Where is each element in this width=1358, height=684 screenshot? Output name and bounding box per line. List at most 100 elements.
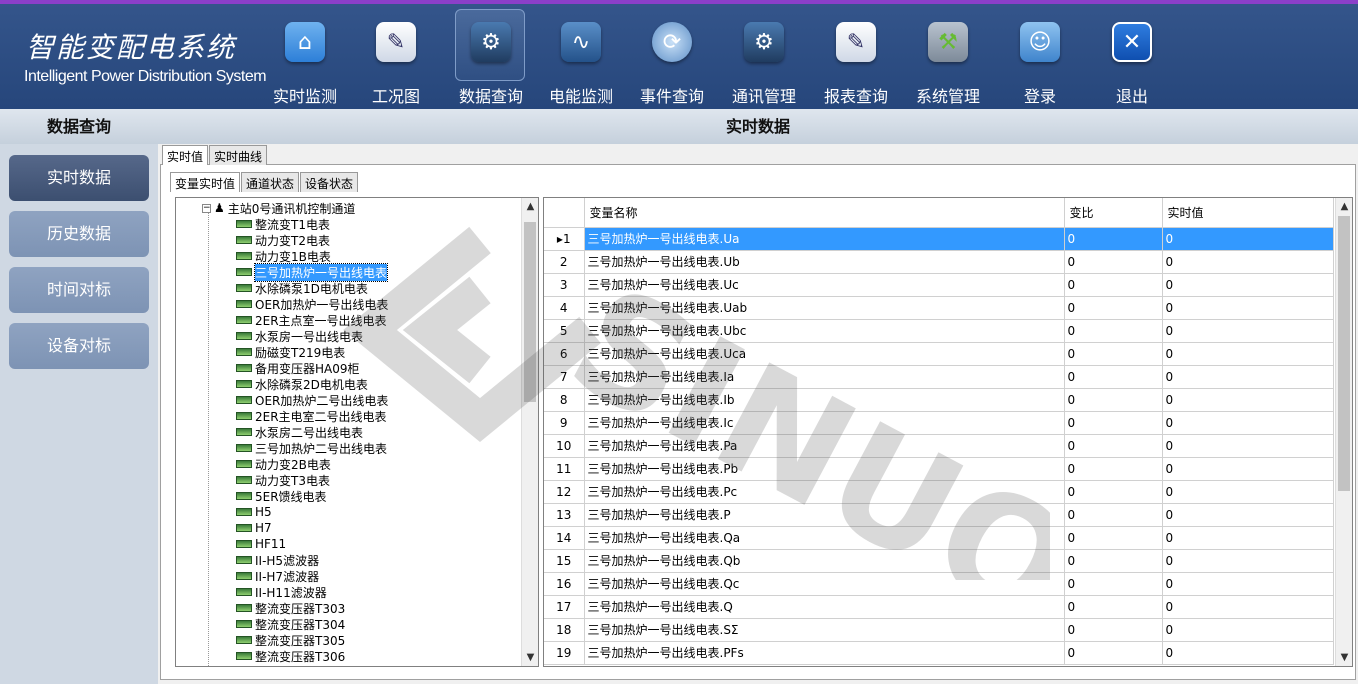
table-row[interactable]: 6 三号加热炉一号出线电表.Uca 0 0 — [544, 342, 1334, 366]
tab-channel-status[interactable]: 通道状态 — [241, 172, 300, 192]
nav-report-query[interactable]: ✎ 报表查询 — [821, 10, 891, 108]
tree-item-label: 整流变压器T303 — [255, 601, 346, 616]
meter-icon — [236, 620, 252, 628]
variable-name-cell: 三号加热炉一号出线电表.Qb — [584, 549, 1065, 573]
scroll-down-icon[interactable]: ▼ — [1336, 649, 1352, 666]
tree-item[interactable]: 动力变1B电表 — [236, 248, 388, 264]
tree-item[interactable]: 三号加热炉一号出线电表 — [236, 262, 389, 282]
tree-item[interactable]: H5 — [236, 504, 388, 520]
tree-item[interactable]: 整流变压器 — [236, 664, 388, 667]
scroll-thumb[interactable] — [524, 222, 536, 402]
row-number: 7 — [544, 365, 585, 389]
tree-item[interactable]: 水除磷泵2D电机电表 — [236, 376, 388, 392]
value-cell: 0 — [1162, 342, 1334, 366]
tree-item[interactable]: 整流变压器T303 — [236, 600, 388, 616]
table-row[interactable]: 12 三号加热炉一号出线电表.Pc 0 0 — [544, 480, 1334, 504]
collapse-icon[interactable]: − — [202, 203, 211, 213]
tree-item[interactable]: 水泵房二号出线电表 — [236, 424, 388, 440]
tree-item[interactable]: 整流变压器T304 — [236, 616, 388, 632]
tree-item[interactable]: H7 — [236, 520, 388, 536]
table-row[interactable]: 16 三号加热炉一号出线电表.Qc 0 0 — [544, 572, 1334, 596]
tree-item[interactable]: II-H11滤波器 — [236, 584, 388, 600]
table-row[interactable]: 17 三号加热炉一号出线电表.Q 0 0 — [544, 595, 1334, 619]
row-number: 13 — [544, 503, 585, 527]
tree-item[interactable]: 备用变压器HA09柜 — [236, 360, 388, 376]
tab-realtime-value[interactable]: 实时值 — [162, 145, 209, 165]
tree-item[interactable]: 动力变2B电表 — [236, 456, 388, 472]
sidebar-item-device-benchmark[interactable]: 设备对标 — [9, 323, 149, 369]
table-row[interactable]: 19 三号加热炉一号出线电表.PFs 0 0 — [544, 641, 1334, 665]
tree-item[interactable]: OER加热炉二号出线电表 — [236, 392, 388, 408]
variable-grid[interactable]: 变量名称 变比 实时值 ▸1 三号加热炉一号出线电表.Ua 0 0 2 三号加热炉一号出线… — [543, 197, 1353, 667]
nav-event-query[interactable]: ⟳ 事件查询 — [637, 10, 707, 108]
table-row[interactable]: 18 三号加热炉一号出线电表.SΣ 0 0 — [544, 618, 1334, 642]
column-header-value[interactable]: 实时值 — [1162, 198, 1334, 228]
device-tree[interactable]: − ♟ 主站0号通讯机控制通道 整流变T1电表 动力变T2电表 动力变1B电表 三号加… — [175, 197, 539, 667]
tree-item[interactable]: 整流变T1电表 — [236, 216, 388, 232]
row-number: 8 — [544, 388, 585, 412]
tab-device-status[interactable]: 设备状态 — [300, 172, 359, 192]
tree-item[interactable]: 动力变T2电表 — [236, 232, 388, 248]
tree-root-node[interactable]: − ♟ 主站0号通讯机控制通道 — [202, 200, 355, 216]
tree-item[interactable]: 励磁变T219电表 — [236, 344, 388, 360]
variable-name-cell: 三号加热炉一号出线电表.P — [584, 503, 1065, 527]
table-row[interactable]: 2 三号加热炉一号出线电表.Ub 0 0 — [544, 250, 1334, 274]
row-number: 6 — [544, 342, 585, 366]
value-cell: 0 — [1162, 480, 1334, 504]
scroll-down-icon[interactable]: ▼ — [522, 649, 538, 666]
tree-item[interactable]: HF11 — [236, 536, 388, 552]
table-row[interactable]: 8 三号加热炉一号出线电表.Ib 0 0 — [544, 388, 1334, 412]
nav-data-query[interactable]: ⚙ 数据查询 — [455, 9, 525, 106]
tree-item[interactable]: II-H5滤波器 — [236, 552, 388, 568]
tree-item[interactable]: 整流变压器T306 — [236, 648, 388, 664]
sidebar-item-realtime-data[interactable]: 实时数据 — [9, 155, 149, 201]
scroll-up-icon[interactable]: ▲ — [522, 198, 538, 215]
scroll-thumb[interactable] — [1338, 216, 1350, 491]
refresh-icon: ⟳ — [652, 22, 692, 62]
tree-item-label: 整流变压器T306 — [255, 649, 346, 664]
tree-item[interactable]: 水泵房一号出线电表 — [236, 328, 388, 344]
table-row[interactable]: 15 三号加热炉一号出线电表.Qb 0 0 — [544, 549, 1334, 573]
tab-realtime-curve[interactable]: 实时曲线 — [209, 145, 268, 165]
tree-item[interactable]: 三号加热炉二号出线电表 — [236, 440, 388, 456]
tree-scrollbar[interactable]: ▲ ▼ — [521, 198, 538, 666]
tab-variable-realtime[interactable]: 变量实时值 — [170, 172, 241, 192]
table-row[interactable]: 4 三号加热炉一号出线电表.Uab 0 0 — [544, 296, 1334, 320]
nav-exit[interactable]: ✕ 退出 — [1097, 10, 1167, 108]
table-row[interactable]: 7 三号加热炉一号出线电表.Ia 0 0 — [544, 365, 1334, 389]
tree-item[interactable]: 2ER主点室一号出线电表 — [236, 312, 388, 328]
row-number: 18 — [544, 618, 585, 642]
tree-item[interactable]: 水除磷泵1D电机电表 — [236, 280, 388, 296]
table-row[interactable]: 11 三号加热炉一号出线电表.Pb 0 0 — [544, 457, 1334, 481]
table-row[interactable]: 9 三号加热炉一号出线电表.Ic 0 0 — [544, 411, 1334, 435]
tree-item[interactable]: II-H7滤波器 — [236, 568, 388, 584]
table-row[interactable]: 5 三号加热炉一号出线电表.Ubc 0 0 — [544, 319, 1334, 343]
column-header-name[interactable]: 变量名称 — [584, 198, 1065, 228]
row-number: 9 — [544, 411, 585, 435]
tree-item[interactable]: 整流变压器T305 — [236, 632, 388, 648]
column-header-ratio[interactable]: 变比 — [1064, 198, 1163, 228]
nav-energy-monitor[interactable]: ∿ 电能监测 — [546, 10, 616, 108]
grid-scrollbar[interactable]: ▲ ▼ — [1335, 198, 1352, 666]
table-row[interactable]: 10 三号加热炉一号出线电表.Pa 0 0 — [544, 434, 1334, 458]
table-row[interactable]: 3 三号加热炉一号出线电表.Uc 0 0 — [544, 273, 1334, 297]
nav-condition-diagram[interactable]: ✎ 工况图 — [361, 10, 431, 108]
meter-icon — [236, 236, 252, 244]
nav-label: 事件查询 — [639, 87, 704, 106]
nav-comm-management[interactable]: ⚙ 通讯管理 — [729, 10, 799, 108]
nav-realtime-monitor[interactable]: ⌂ 实时监测 — [270, 10, 340, 108]
ratio-cell: 0 — [1064, 411, 1163, 435]
sidebar-item-history-data[interactable]: 历史数据 — [9, 211, 149, 257]
table-row[interactable]: 14 三号加热炉一号出线电表.Qa 0 0 — [544, 526, 1334, 550]
tree-item[interactable]: OER加热炉一号出线电表 — [236, 296, 388, 312]
table-row[interactable]: ▸1 三号加热炉一号出线电表.Ua 0 0 — [544, 227, 1334, 251]
tree-item[interactable]: 动力变T3电表 — [236, 472, 388, 488]
table-row[interactable]: 13 三号加热炉一号出线电表.P 0 0 — [544, 503, 1334, 527]
sidebar-item-time-benchmark[interactable]: 时间对标 — [9, 267, 149, 313]
tree-item[interactable]: 2ER主电室二号出线电表 — [236, 408, 388, 424]
tree-item[interactable]: 5ER馈线电表 — [236, 488, 388, 504]
value-cell: 0 — [1162, 526, 1334, 550]
scroll-up-icon[interactable]: ▲ — [1336, 198, 1352, 215]
nav-system-management[interactable]: ⚒ 系统管理 — [913, 10, 983, 108]
nav-login[interactable]: ☺ 登录 — [1005, 10, 1075, 108]
